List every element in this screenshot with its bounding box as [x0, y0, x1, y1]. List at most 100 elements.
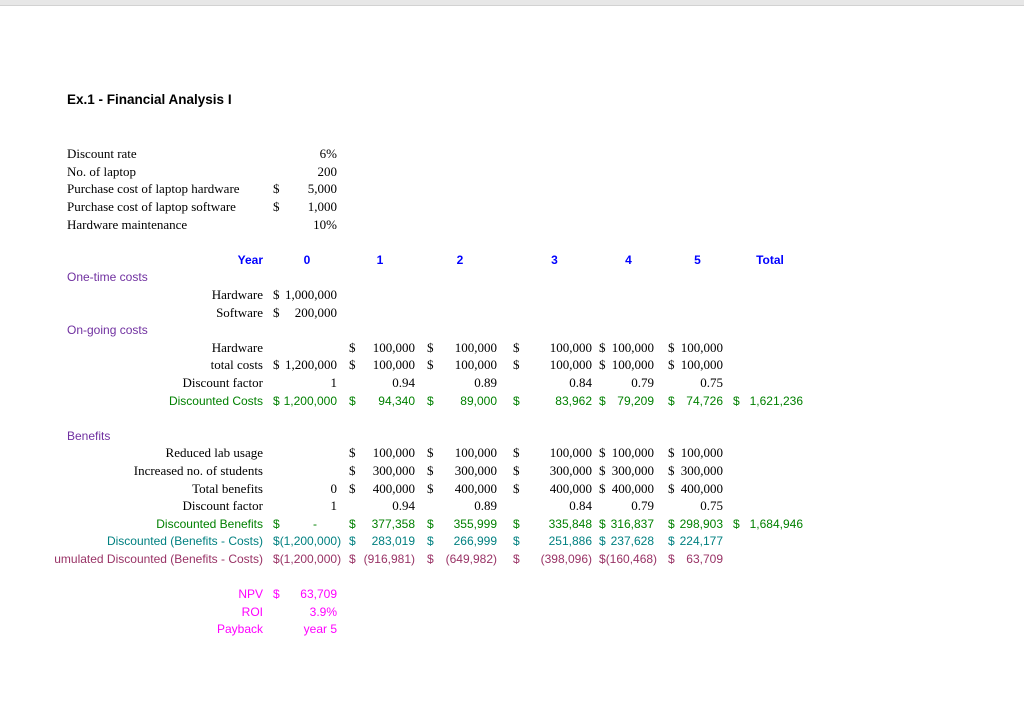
- row-label: Discounted (Benefits - Costs): [0, 534, 263, 548]
- cell-year-3: $400,000: [501, 481, 596, 497]
- cell-value: 100,000: [675, 340, 724, 356]
- row-label: Reduced lab usage: [0, 445, 263, 461]
- currency-symbol: $: [599, 517, 606, 531]
- row-label: ROI: [0, 605, 263, 619]
- cell-year-2: $300,000: [419, 463, 501, 479]
- cell-value: 100,000: [675, 445, 724, 461]
- cell-value: 0.84: [513, 375, 592, 391]
- parameter-label: Discount rate: [67, 146, 267, 162]
- currency-symbol: $: [599, 534, 606, 548]
- parameter-label: Purchase cost of laptop hardware: [67, 181, 267, 197]
- cell-year-0: $1,000,000: [263, 287, 341, 303]
- cell-value: 400,000: [434, 481, 498, 497]
- parameter-row: Hardware maintenance10%: [67, 216, 341, 234]
- cell-year-4: $100,000: [596, 445, 658, 461]
- parameter-row: Purchase cost of laptop software$1,000: [67, 198, 341, 216]
- cell-value: 0: [273, 481, 337, 497]
- currency-symbol: $: [273, 394, 280, 408]
- section-label: Benefits: [0, 429, 263, 443]
- cell-year-4: $100,000: [596, 340, 658, 356]
- spacer-row: [0, 409, 807, 427]
- cell-value: 100,000: [606, 445, 655, 461]
- cell-value: 1,200,000: [280, 357, 338, 373]
- parameter-value: $1,000: [267, 199, 341, 215]
- parameter-label: No. of laptop: [67, 164, 267, 180]
- cell-value: 355,999: [434, 517, 497, 531]
- cell-year-3: $300,000: [501, 463, 596, 479]
- table-row: Discount factor10.940.890.840.790.75: [0, 374, 807, 392]
- column-header-1: 1: [341, 253, 419, 267]
- parameter-row: Purchase cost of laptop hardware$5,000: [67, 180, 341, 198]
- row-label: Software: [0, 305, 263, 321]
- currency-symbol: $: [668, 517, 675, 531]
- row-label: Discounted Costs: [0, 394, 263, 408]
- table-row: Total benefits0$400,000$400,000$400,000$…: [0, 480, 807, 498]
- cell-year-2: $355,999: [419, 517, 501, 531]
- cell-value: 0.75: [668, 375, 723, 391]
- cell-value: 100,000: [356, 340, 416, 356]
- currency-symbol: $: [349, 534, 356, 548]
- currency-symbol: $: [349, 517, 356, 531]
- row-label: total costs: [0, 357, 263, 373]
- table-row: Paybackyear 5: [0, 620, 807, 638]
- cell-value: 89,000: [434, 394, 497, 408]
- window-top-bar: [0, 0, 1024, 6]
- cell-value: 400,000: [356, 481, 416, 497]
- cell-value: 100,000: [675, 357, 724, 373]
- currency-symbol: $: [668, 552, 675, 566]
- row-label: NPV: [0, 587, 263, 601]
- cell-year-5: $100,000: [658, 340, 727, 356]
- section-row: One-time costs: [0, 269, 807, 287]
- cell-value: 94,340: [356, 394, 415, 408]
- cell-value: 0.89: [427, 375, 497, 391]
- currency-symbol: $: [513, 517, 520, 531]
- cell-year-4: $100,000: [596, 357, 658, 373]
- table-row: umulated Discounted (Benefits - Costs)$(…: [0, 550, 807, 568]
- cell-value: 224,177: [675, 534, 723, 548]
- currency-symbol: $: [513, 394, 520, 408]
- cell-value: 100,000: [520, 445, 593, 461]
- cell-value: 1,200,000: [280, 394, 337, 408]
- cell-year-3: 0.84: [501, 375, 596, 391]
- cell-year-2: $100,000: [419, 445, 501, 461]
- cell-value: 1,684,946: [740, 517, 803, 531]
- section-label: On-going costs: [0, 323, 263, 337]
- cell-year-3: $335,848: [501, 517, 596, 531]
- column-header-5: 5: [658, 253, 727, 267]
- cell-year-5: $74,726: [658, 394, 727, 408]
- cell-year-5: 0.75: [658, 498, 727, 514]
- cell-year-0: $1,200,000: [263, 394, 341, 408]
- cell-year-2: $100,000: [419, 357, 501, 373]
- cell-value: 100,000: [520, 340, 593, 356]
- row-label: Hardware: [0, 287, 263, 303]
- cell-year-5: $63,709: [658, 552, 727, 566]
- section-row: On-going costs: [0, 321, 807, 339]
- cell-year-1: $94,340: [341, 394, 419, 408]
- cell-value: 100,000: [520, 357, 593, 373]
- cell-value: (916,981): [356, 552, 415, 566]
- table-row: Reduced lab usage$100,000$100,000$100,00…: [0, 445, 807, 463]
- table-row: Discounted Costs$1,200,000$94,340$89,000…: [0, 392, 807, 410]
- row-label: Hardware: [0, 340, 263, 356]
- column-header-total: Total: [727, 253, 807, 267]
- cell-year-0: $1,200,000: [263, 357, 341, 373]
- currency-symbol: $: [273, 587, 280, 601]
- cell-year-5: $400,000: [658, 481, 727, 497]
- currency-symbol: $: [427, 552, 434, 566]
- cell-year-3: $100,000: [501, 357, 596, 373]
- cell-value: year 5: [273, 622, 337, 636]
- cell-value: 400,000: [675, 481, 724, 497]
- cell-value: 316,837: [606, 517, 654, 531]
- cell-value: (160,468): [606, 552, 657, 566]
- parameter-amount: 10%: [313, 217, 337, 233]
- cell-value: (1,200,000): [280, 534, 341, 548]
- cell-value: 100,000: [434, 357, 498, 373]
- cell-value: 79,209: [606, 394, 654, 408]
- row-label: Total benefits: [0, 481, 263, 497]
- table-row: Discounted Benefits$- $377,358$355,999$3…: [0, 515, 807, 533]
- cell-value: 100,000: [606, 357, 655, 373]
- table-row: NPV$63,709: [0, 585, 807, 603]
- table-row: Hardware$100,000$100,000$100,000$100,000…: [0, 339, 807, 357]
- cell-year-2: $266,999: [419, 534, 501, 548]
- currency-symbol: $: [273, 199, 280, 215]
